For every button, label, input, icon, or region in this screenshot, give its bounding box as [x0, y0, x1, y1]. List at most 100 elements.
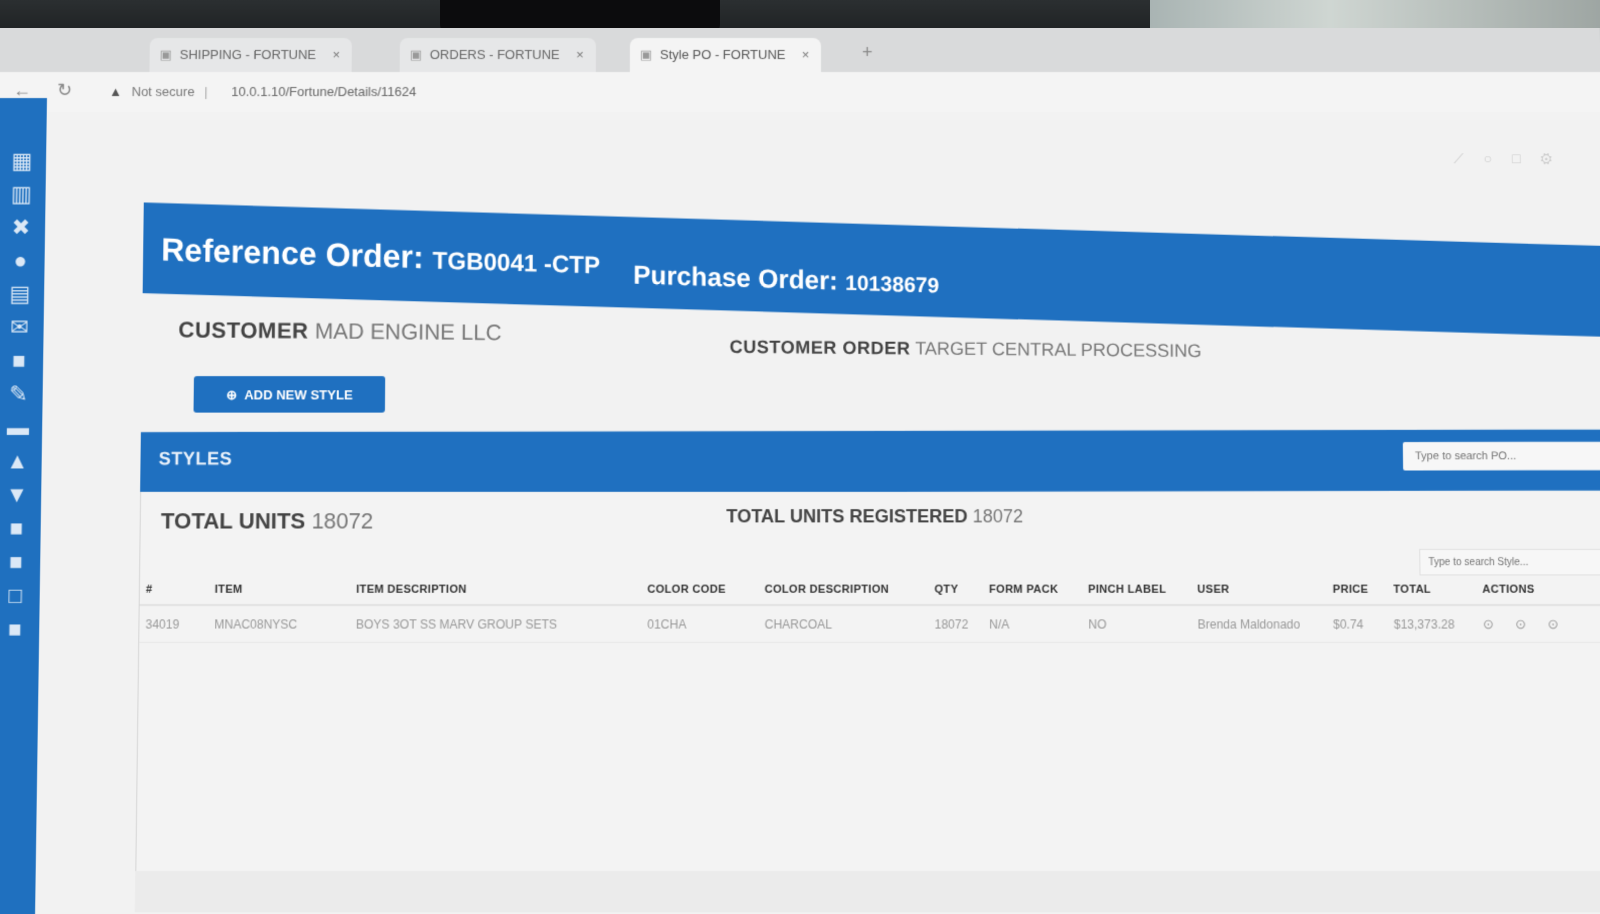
url-text: 10.0.1.10/Fortune/Details/11624 [231, 84, 417, 100]
folder-icon[interactable]: ■ [0, 545, 40, 579]
favicon-icon: ▣ [409, 46, 423, 63]
file-icon[interactable]: ■ [0, 344, 43, 377]
total-units: TOTAL UNITS 18072 [161, 508, 374, 534]
settings-icon[interactable]: ⚙ [1540, 150, 1572, 166]
security-status: Not secure [131, 84, 195, 100]
row-actions: ⊙ ⊙ ⊙ [1476, 605, 1600, 643]
column-header[interactable]: ITEM DESCRIPTION [350, 575, 642, 606]
total-registered-label: TOTAL UNITS REGISTERED [726, 506, 968, 527]
styles-panel: TOTAL UNITS 18072 TOTAL UNITS REGISTERED… [135, 491, 1600, 873]
total-units-value: 18072 [311, 508, 374, 534]
price: $0.74 [1326, 605, 1388, 643]
page-content: ⟋○□⚙ Reference Order: TGB0041 -CTP Purch… [35, 112, 1600, 914]
browser-tab-label: Style PO - FORTUNE [659, 46, 786, 63]
url-field[interactable]: ▲ Not secure | 10.0.1.10/Fortune/Details… [109, 78, 1111, 106]
plus-circle-icon: ⊕ [226, 387, 238, 403]
column-header[interactable]: COLOR DESCRIPTION [758, 575, 929, 606]
row-number: 34019 [139, 605, 209, 643]
purchase-order-value: 10138679 [845, 271, 940, 298]
form-pack: N/A [983, 605, 1083, 643]
refresh-icon[interactable]: ○ [1483, 150, 1512, 166]
reference-order-value: TGB0041 -CTP [432, 247, 601, 280]
item-code: MNAC08NYSC [208, 605, 351, 643]
truck-icon[interactable]: ▬ [0, 411, 42, 444]
purchase-order: Purchase Order: 10138679 [633, 259, 939, 299]
user: Brenda Maldonado [1191, 605, 1328, 643]
column-header[interactable]: TOTAL [1387, 575, 1477, 606]
minimize-icon[interactable]: ⟋ [1453, 150, 1483, 166]
dashboard-icon[interactable]: ▦ [0, 144, 46, 177]
total-units-registered: TOTAL UNITS REGISTERED 18072 [726, 506, 1023, 527]
delete-icon[interactable]: ⊙ [1547, 616, 1561, 631]
quantity: 18072 [928, 605, 984, 643]
screen: ▣ SHIPPING - FORTUNE × ▣ ORDERS - FORTUN… [0, 28, 1600, 914]
column-header[interactable]: ITEM [208, 575, 351, 606]
column-header[interactable]: # [139, 575, 209, 606]
list-icon[interactable]: ▤ [0, 277, 44, 310]
close-icon[interactable]: × [576, 38, 584, 72]
styles-header: STYLES [140, 429, 1600, 494]
browser-tab[interactable]: ▣ ORDERS - FORTUNE × [399, 37, 596, 73]
column-header[interactable]: PRICE [1326, 575, 1388, 606]
close-icon[interactable]: × [332, 38, 340, 72]
customer-info: CUSTOMER MAD ENGINE LLC [178, 317, 502, 346]
separator: | [204, 84, 208, 100]
folder-icon[interactable]: ■ [0, 511, 41, 545]
total-units-label: TOTAL UNITS [160, 508, 306, 534]
total-registered-value: 18072 [972, 506, 1024, 527]
browser-tab-label: SHIPPING - FORTUNE [179, 46, 317, 63]
mail-icon[interactable]: ✉ [0, 310, 44, 343]
shirt-icon[interactable]: ▼ [0, 478, 41, 512]
favicon-icon: ▣ [639, 46, 653, 63]
customer-order-label: CUSTOMER ORDER [729, 336, 911, 359]
color-code: 01CHA [641, 605, 759, 643]
window-icon[interactable]: □ [0, 578, 40, 612]
edit-icon[interactable]: ⊙ [1483, 616, 1497, 631]
window-icon[interactable]: □ [1512, 150, 1541, 166]
browser-tab[interactable]: ▣ SHIPPING - FORTUNE × [149, 37, 353, 73]
new-tab-icon[interactable]: + [862, 42, 873, 63]
styles-table: # ITEM ITEM DESCRIPTION COLOR CODE COLOR… [139, 575, 1600, 643]
customer-order-info: CUSTOMER ORDER TARGET CENTRAL PROCESSING [730, 337, 1202, 362]
column-header[interactable]: QTY [928, 575, 984, 606]
column-header[interactable]: FORM PACK [982, 575, 1083, 606]
styles-title: STYLES [158, 448, 233, 469]
browser-tab-active[interactable]: ▣ Style PO - FORTUNE × [629, 37, 822, 73]
page-controls: ⟋○□⚙ [1453, 150, 1572, 167]
customer-label: CUSTOMER [178, 317, 309, 344]
brush-icon[interactable]: ✎ [0, 377, 43, 410]
customer-order-value: TARGET CENTRAL PROCESSING [915, 338, 1202, 361]
box-icon[interactable]: ▲ [0, 444, 42, 478]
item-description: BOYS 3OT SS MARV GROUP SETS [349, 605, 642, 643]
column-header[interactable]: USER [1191, 575, 1327, 606]
purchase-order-label: Purchase Order: [633, 259, 838, 296]
close-icon[interactable]: × [802, 38, 810, 72]
address-bar: ← ↻ ▲ Not secure | 10.0.1.10/Fortune/Det… [0, 72, 1600, 113]
color-description: CHARCOAL [758, 605, 929, 643]
drop-icon[interactable]: ● [0, 244, 45, 277]
view-icon[interactable]: ⊙ [1515, 616, 1529, 631]
reference-order: Reference Order: TGB0041 -CTP [161, 231, 600, 281]
add-new-style-button[interactable]: ⊕ ADD NEW STYLE [193, 376, 386, 413]
calendar-icon[interactable]: ▥ [0, 177, 46, 210]
total: $13,373.28 [1387, 605, 1477, 643]
table-header-row: # ITEM ITEM DESCRIPTION COLOR CODE COLOR… [139, 575, 1600, 606]
style-search-input[interactable] [1419, 548, 1600, 576]
desk-surface [134, 871, 1600, 913]
column-header[interactable]: PINCH LABEL [1081, 575, 1192, 606]
favicon-icon: ▣ [159, 46, 173, 63]
pinch-label: NO [1082, 605, 1192, 643]
column-header[interactable]: ACTIONS [1476, 575, 1600, 606]
po-search-input[interactable] [1402, 441, 1600, 471]
customer-value: MAD ENGINE LLC [314, 318, 502, 346]
table-row[interactable]: 34019 MNAC08NYSC BOYS 3OT SS MARV GROUP … [139, 605, 1600, 643]
reload-icon[interactable]: ↻ [57, 80, 72, 101]
add-new-style-label: ADD NEW STYLE [244, 387, 353, 403]
browser-tabbar: ▣ SHIPPING - FORTUNE × ▣ ORDERS - FORTUN… [0, 28, 1600, 74]
tools-icon[interactable]: ✖ [0, 211, 45, 244]
reference-order-label: Reference Order: [161, 231, 424, 276]
browser-tab-label: ORDERS - FORTUNE [429, 46, 560, 63]
folder-icon[interactable]: ■ [0, 612, 39, 646]
column-header[interactable]: COLOR CODE [641, 575, 759, 606]
warning-icon: ▲ [109, 84, 123, 100]
